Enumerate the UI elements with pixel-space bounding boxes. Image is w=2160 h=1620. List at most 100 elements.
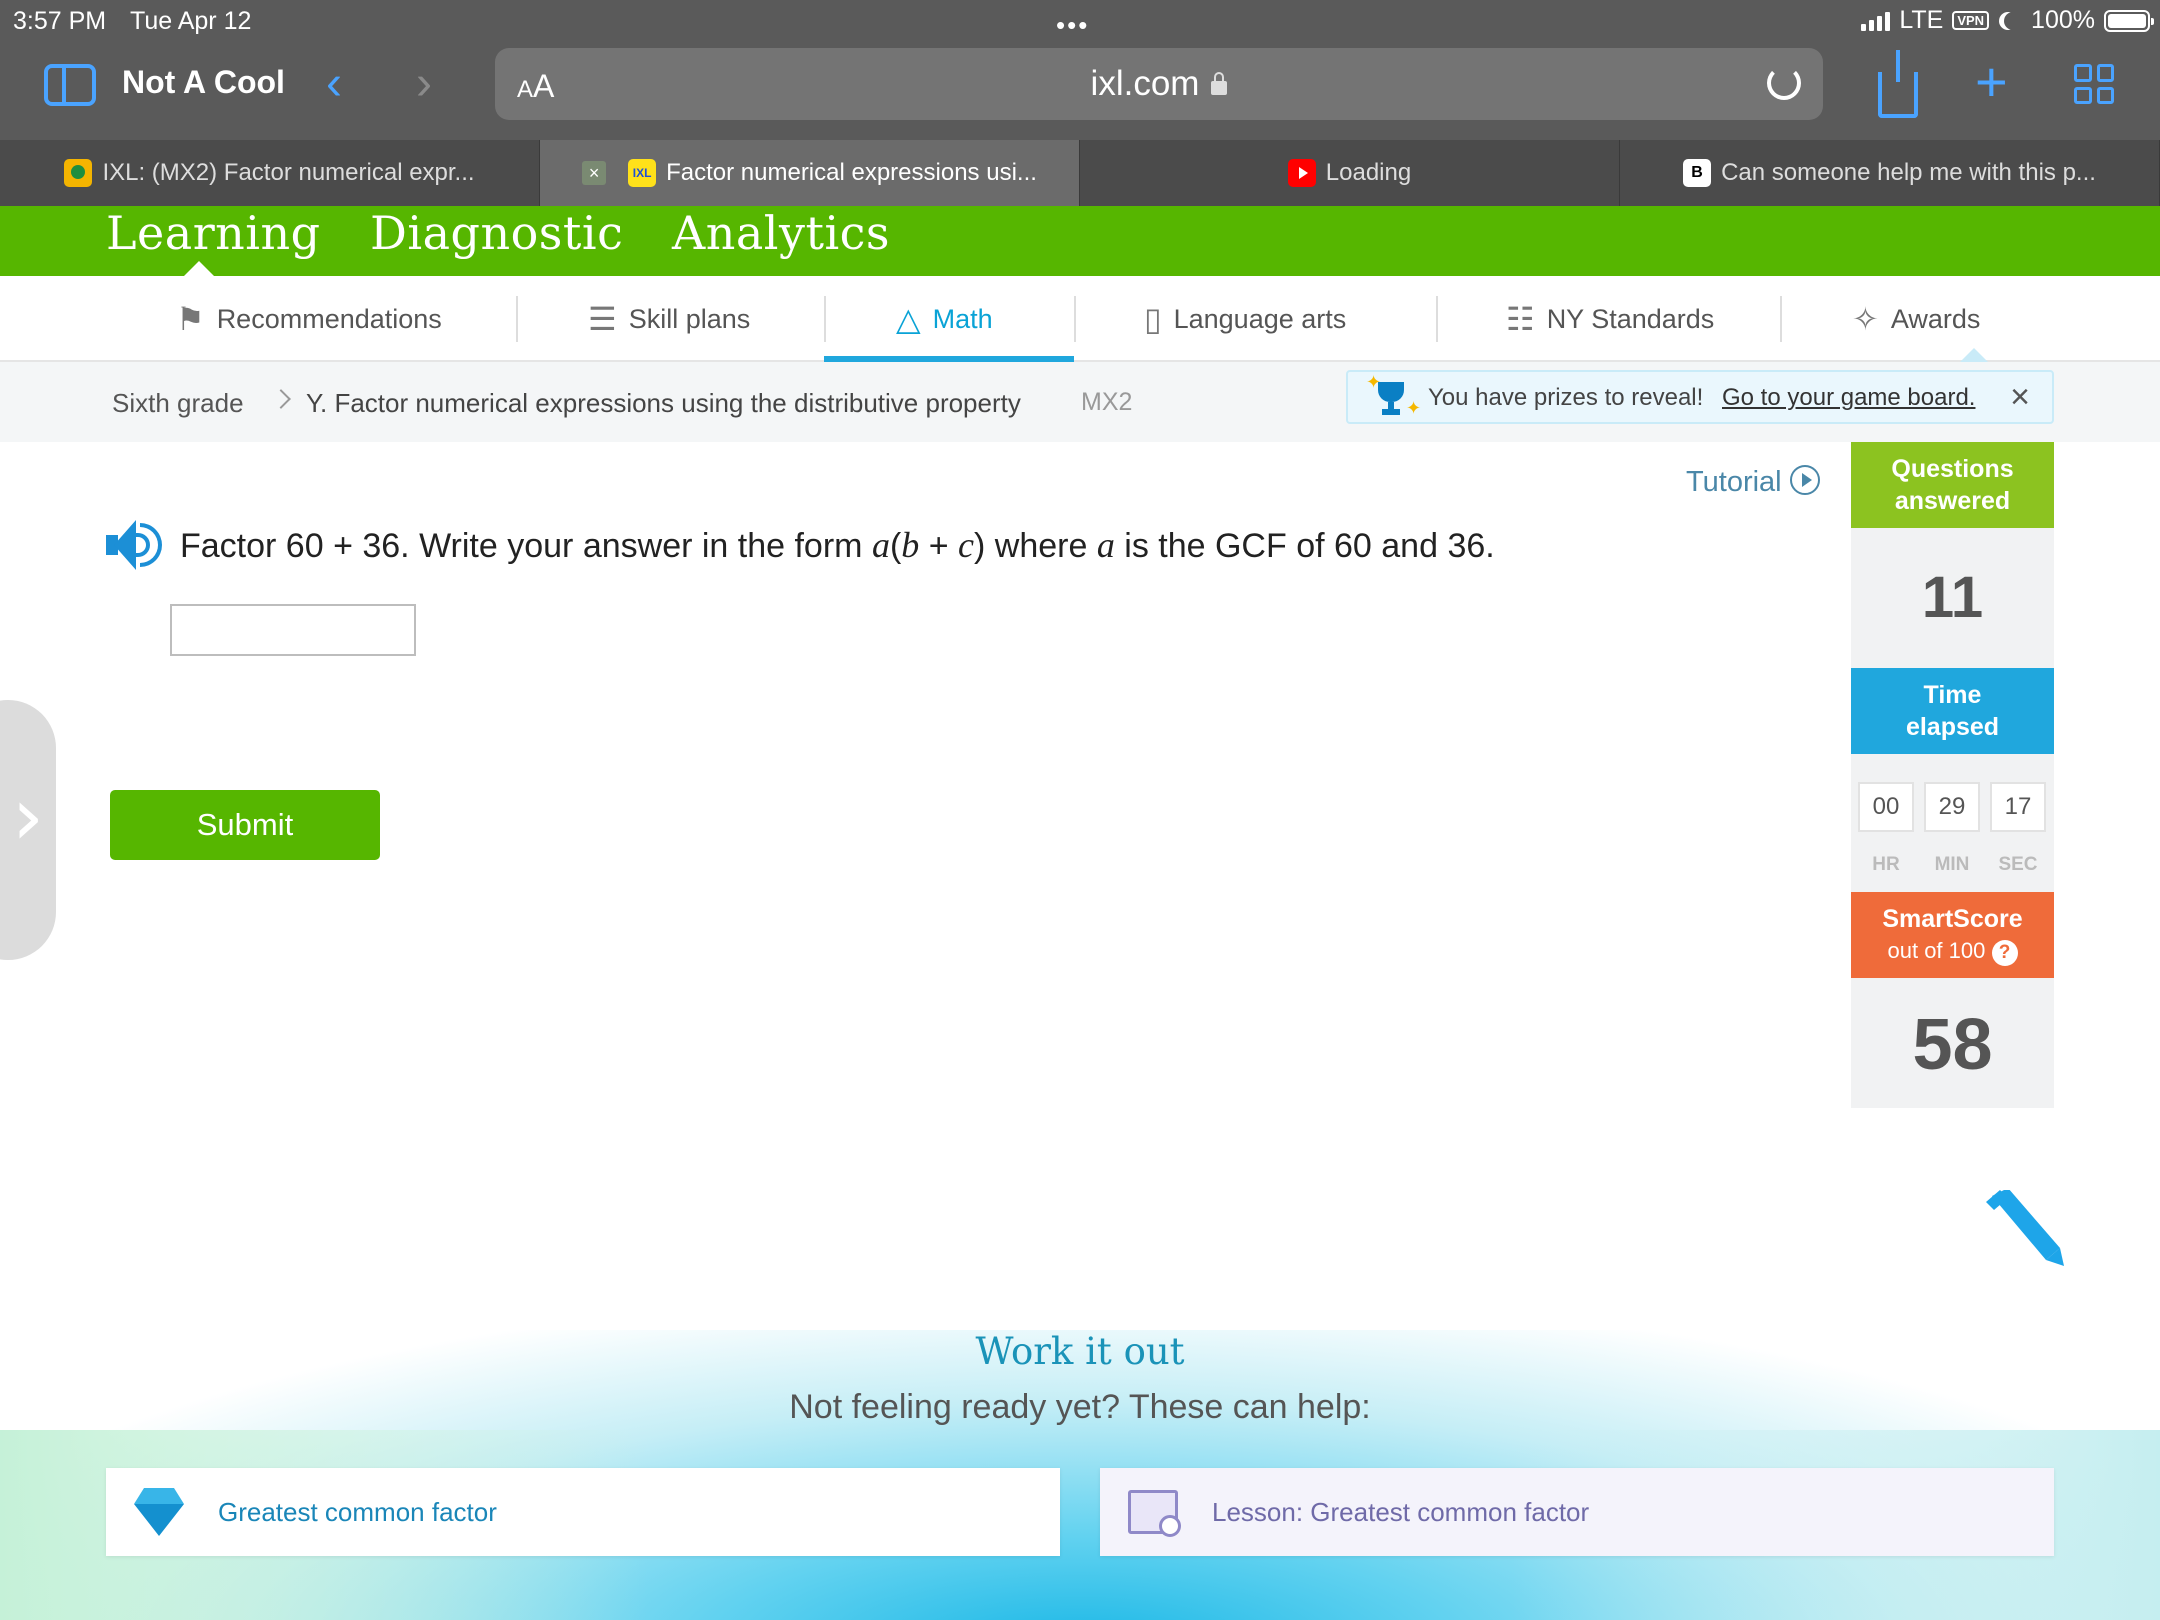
multitasking-dots-icon[interactable]: •••: [1056, 10, 1089, 41]
new-tab-plus-icon[interactable]: +: [1975, 54, 2008, 110]
prize-message: You have prizes to reveal!: [1428, 384, 1704, 411]
help-card-label: Lesson: Greatest common factor: [1212, 1496, 1590, 1527]
forward-arrow-icon[interactable]: ›: [416, 60, 432, 108]
time-elapsed: 00 29 17 HR MIN SEC: [1851, 754, 2054, 892]
subnav-language-arts[interactable]: ▯ Language arts: [1144, 276, 1346, 362]
nav-tab-analytics[interactable]: Analytics: [672, 206, 890, 260]
signal-icon: [1861, 11, 1891, 31]
timer-seconds: 17: [1990, 782, 2046, 832]
status-time: 3:57 PM: [13, 7, 107, 35]
timer-hours: 00: [1858, 782, 1914, 832]
tutorial-label: Tutorial: [1686, 466, 1782, 498]
nav-tab-learning[interactable]: Learning: [106, 206, 321, 260]
audio-speaker-icon[interactable]: [106, 520, 162, 570]
browser-tab-classroom[interactable]: IXL: (MX2) Factor numerical expr...: [0, 140, 540, 206]
url-text[interactable]: ixl.com: [495, 64, 1823, 104]
pencil-icon[interactable]: [1978, 1188, 2068, 1280]
browser-tab-ixl-active[interactable]: × IXL Factor numerical expressions usi..…: [540, 140, 1080, 206]
ixl-main-nav: Learning Diagnostic Analytics: [0, 206, 2160, 277]
question-text: Factor 60 + 36. Write your answer in the…: [180, 524, 1495, 566]
google-classroom-icon: [64, 159, 93, 187]
help-card-lesson[interactable]: Lesson: Greatest common factor: [1100, 1468, 2054, 1556]
var-c: c: [958, 525, 974, 565]
smartscore-sub-text: out of 100: [1887, 938, 1986, 963]
sidebar-toggle-icon[interactable]: [44, 64, 96, 106]
trophy-icon: ✦ ✦: [1366, 372, 1422, 418]
subnav-label: NY Standards: [1546, 303, 1715, 334]
back-arrow-icon[interactable]: ‹: [326, 60, 342, 108]
timer-seconds-label: SEC: [1998, 854, 2038, 875]
question-part: ) where: [974, 527, 1097, 565]
question-part: is the GCF of 60 and 36.: [1114, 527, 1495, 565]
nav-divider: [1780, 296, 1782, 342]
browser-tab-title: IXL: (MX2) Factor numerical expr...: [102, 159, 475, 186]
questions-answered-label: Questions answered: [1891, 455, 2014, 515]
play-circle-icon: [1789, 465, 1820, 495]
tab-close-icon[interactable]: ×: [582, 161, 607, 185]
browser-tab-title: Can someone help me with this p...: [1721, 159, 2096, 186]
browser-tab-brainly[interactable]: B Can someone help me with this p...: [1620, 140, 2160, 206]
smartscore-value: 58: [1851, 978, 2054, 1108]
battery-percent: 100%: [2031, 6, 2095, 34]
browser-tab-bar: IXL: (MX2) Factor numerical expr... × IX…: [0, 140, 2160, 206]
help-question-icon[interactable]: ?: [1991, 940, 2018, 966]
lesson-board-icon: [1128, 1490, 1181, 1537]
book-icon: ▯: [1144, 301, 1162, 337]
network-type: LTE: [1899, 6, 1944, 34]
var-b: b: [901, 525, 920, 565]
subnav-label: Math: [932, 303, 993, 334]
smartscore-label: SmartScore: [1882, 905, 2023, 933]
timer-minutes-label: MIN: [1934, 854, 1970, 875]
close-icon[interactable]: ×: [2010, 378, 2030, 417]
answer-input[interactable]: [170, 604, 416, 656]
subnav-label: Skill plans: [628, 303, 751, 334]
pyramid-icon: △: [896, 301, 921, 337]
nav-divider: [1074, 296, 1076, 342]
var-a: a: [1096, 525, 1115, 565]
question-part: (: [889, 527, 902, 565]
questions-answered-count: 11: [1851, 528, 2054, 668]
checklist-icon: ☰: [588, 301, 617, 337]
game-board-link[interactable]: Go to your game board.: [1722, 384, 1975, 412]
nav-divider: [824, 296, 826, 342]
tab-group-name[interactable]: Not A Cool: [122, 64, 285, 101]
skill-code: MX2: [1081, 388, 1133, 416]
work-it-out-subtitle: Not feeling ready yet? These can help:: [789, 1388, 1371, 1426]
tutorial-link[interactable]: Tutorial: [1686, 465, 1820, 499]
status-date: Tue Apr 12: [130, 7, 252, 35]
prize-pointer: [1960, 348, 1988, 362]
share-icon[interactable]: [1878, 50, 1918, 118]
breadcrumb-skill: Y. Factor numerical expressions using th…: [306, 388, 1021, 418]
nav-divider: [1436, 296, 1438, 342]
chevron-right-icon: ›: [12, 770, 44, 863]
clipboard-icon: ☷: [1506, 301, 1535, 337]
help-card-skill[interactable]: Greatest common factor: [106, 1468, 1060, 1556]
chevron-right-icon: [271, 389, 291, 409]
subnav-label: Recommendations: [216, 303, 442, 334]
status-indicators: LTE VPN 100%: [1861, 6, 2154, 35]
address-bar[interactable]: AA ixl.com: [495, 48, 1823, 120]
side-panel-handle[interactable]: ›: [0, 700, 56, 960]
tab-overview-icon[interactable]: [2074, 64, 2114, 104]
signpost-icon: ⚑: [176, 301, 205, 337]
prize-banner: ✦ ✦ You have prizes to reveal! Go to you…: [1346, 370, 2054, 424]
work-it-out-title: Work it out: [975, 1330, 1185, 1373]
nav-tab-diagnostic[interactable]: Diagnostic: [370, 206, 623, 260]
subnav-recommendations[interactable]: ⚑ Recommendations: [176, 276, 442, 362]
vpn-badge: VPN: [1952, 11, 1990, 30]
subnav-label: Language arts: [1173, 303, 1347, 334]
reload-icon[interactable]: [1767, 66, 1801, 100]
subnav-ny-standards[interactable]: ☷ NY Standards: [1506, 276, 1714, 362]
subnav-math[interactable]: △ Math: [896, 276, 993, 362]
stats-panel: Questions answered 11 Time elapsed 00 29…: [1851, 442, 2054, 1108]
browser-tab-youtube[interactable]: Loading: [1080, 140, 1620, 206]
var-a: a: [871, 525, 890, 565]
timer-hours-label: HR: [1872, 854, 1900, 875]
breadcrumb-grade[interactable]: Sixth grade: [112, 388, 244, 419]
active-tab-caret: [183, 261, 215, 277]
time-elapsed-label: Time elapsed: [1905, 681, 2000, 741]
smartscore-header: SmartScore out of 100 ?: [1851, 892, 2054, 978]
subnav-skill-plans[interactable]: ☰ Skill plans: [588, 276, 750, 362]
submit-button[interactable]: Submit: [110, 790, 380, 860]
browser-tab-title: Loading: [1325, 159, 1412, 186]
